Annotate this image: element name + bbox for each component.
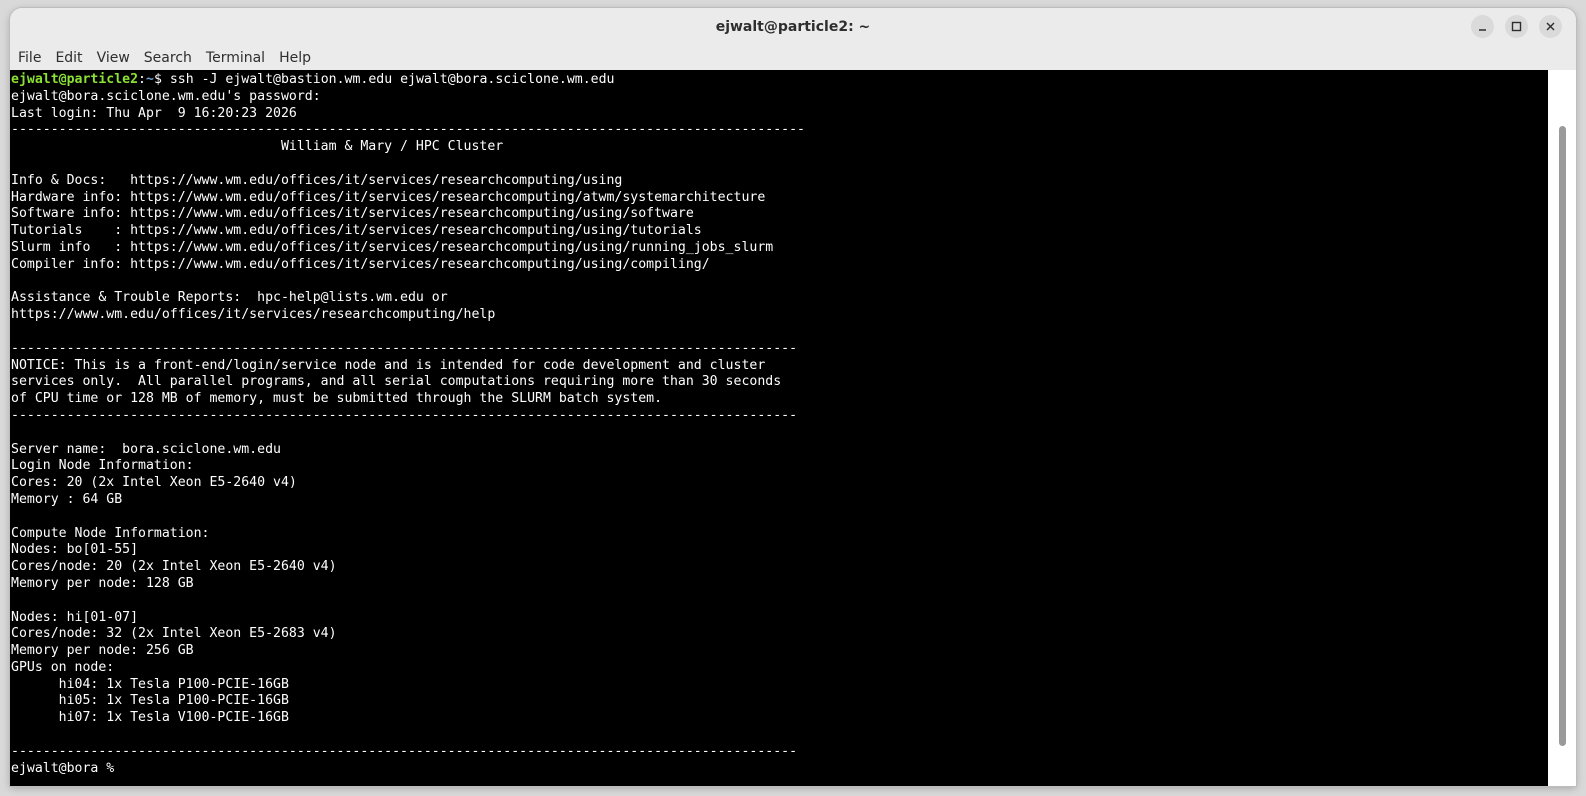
prompt-user-host: ejwalt@particle2 (11, 72, 139, 87)
terminal-line: Login Node Information: (11, 458, 194, 474)
terminal-line: Cores: 20 (2x Intel Xeon E5-2640 v4) (11, 475, 297, 491)
command-line: ejwalt@particle2:~$ ssh -J ejwalt@bastio… (10, 70, 1548, 89)
terminal-line: Tutorials : https://www.wm.edu/offices/i… (11, 223, 702, 239)
terminal-line: GPUs on node: (11, 659, 115, 675)
menu-view[interactable]: View (91, 48, 138, 68)
terminal-line: hi07: 1x Tesla V100-PCIE-16GB (11, 710, 289, 726)
menu-terminal[interactable]: Terminal (200, 48, 273, 68)
terminal-line: Last login: Thu Apr 9 16:20:23 2026 (11, 105, 297, 121)
terminal-line: Info & Docs: https://www.wm.edu/offices/… (11, 172, 623, 188)
menu-help[interactable]: Help (273, 48, 319, 68)
terminal-line: Memory per node: 256 GB (11, 643, 194, 659)
terminal-line: ----------------------------------------… (11, 407, 798, 423)
terminal-line: Cores/node: 32 (2x Intel Xeon E5-2683 v4… (11, 626, 337, 642)
terminal-line: Compiler info: https://www.wm.edu/office… (11, 256, 710, 272)
prompt-command: ssh -J ejwalt@bastion.wm.edu ejwalt@bora… (161, 72, 615, 87)
terminal-line: Compute Node Information: (11, 525, 210, 541)
terminal-line: Nodes: bo[01-55] (11, 542, 139, 558)
maximize-icon (1511, 21, 1522, 32)
prompt-separator: : (138, 72, 146, 87)
maximize-button[interactable] (1505, 15, 1528, 38)
terminal-line: Memory : 64 GB (11, 491, 123, 507)
terminal-lines: ejwalt@bora.sciclone.wm.edu's password: L… (10, 89, 1548, 778)
terminal-line: services only. All parallel programs, an… (11, 374, 782, 390)
terminal-line: Cores/node: 20 (2x Intel Xeon E5-2640 v4… (11, 559, 337, 575)
terminal-line: of CPU time or 128 MB of memory, must be… (11, 391, 663, 407)
prompt-path: ~ (146, 72, 154, 87)
scrollbar-thumb[interactable] (1559, 126, 1566, 746)
terminal-line: Assistance & Trouble Reports: hpc-help@l… (11, 290, 448, 306)
terminal-line: NOTICE: This is a front-end/login/servic… (11, 357, 766, 373)
title-bar[interactable]: ejwalt@particle2: ~ (10, 8, 1576, 46)
close-button[interactable] (1539, 15, 1562, 38)
terminal-line: Slurm info : https://www.wm.edu/offices/… (11, 239, 774, 255)
minimize-icon (1479, 29, 1486, 31)
minimize-button[interactable] (1471, 15, 1494, 38)
terminal-output[interactable]: ejwalt@particle2:~$ ssh -J ejwalt@bastio… (10, 70, 1548, 786)
terminal-line: ejwalt@bora % (11, 760, 123, 776)
menu-bar: File Edit View Search Terminal Help (10, 46, 1576, 71)
close-icon (1546, 22, 1555, 31)
terminal-line: ejwalt@bora.sciclone.wm.edu's password: (11, 88, 321, 104)
terminal-line: William & Mary / HPC Cluster (11, 139, 504, 155)
terminal-line: ----------------------------------------… (11, 340, 798, 356)
menu-file[interactable]: File (18, 48, 49, 68)
terminal-line: Nodes: hi[01-07] (11, 609, 139, 625)
terminal-line: Memory per node: 128 GB (11, 575, 194, 591)
window-controls (1471, 15, 1562, 38)
terminal-line: Software info: https://www.wm.edu/office… (11, 206, 694, 222)
menu-edit[interactable]: Edit (49, 48, 90, 68)
prompt-symbol: $ (153, 72, 162, 87)
terminal-line: Hardware info: https://www.wm.edu/office… (11, 189, 766, 205)
terminal-line: ----------------------------------------… (11, 122, 805, 138)
menu-search[interactable]: Search (138, 48, 200, 68)
terminal-scrollbar[interactable] (1548, 70, 1576, 786)
terminal-line: ----------------------------------------… (11, 743, 798, 759)
terminal-line: hi04: 1x Tesla P100-PCIE-16GB (11, 676, 289, 692)
terminal-line: hi05: 1x Tesla P100-PCIE-16GB (11, 693, 289, 709)
terminal-line: https://www.wm.edu/offices/it/services/r… (11, 307, 496, 323)
terminal-line: Server name: bora.sciclone.wm.edu (11, 441, 281, 457)
window-title: ejwalt@particle2: ~ (715, 19, 871, 35)
terminal-window: ejwalt@particle2: ~ File Edit View Searc… (10, 8, 1576, 786)
